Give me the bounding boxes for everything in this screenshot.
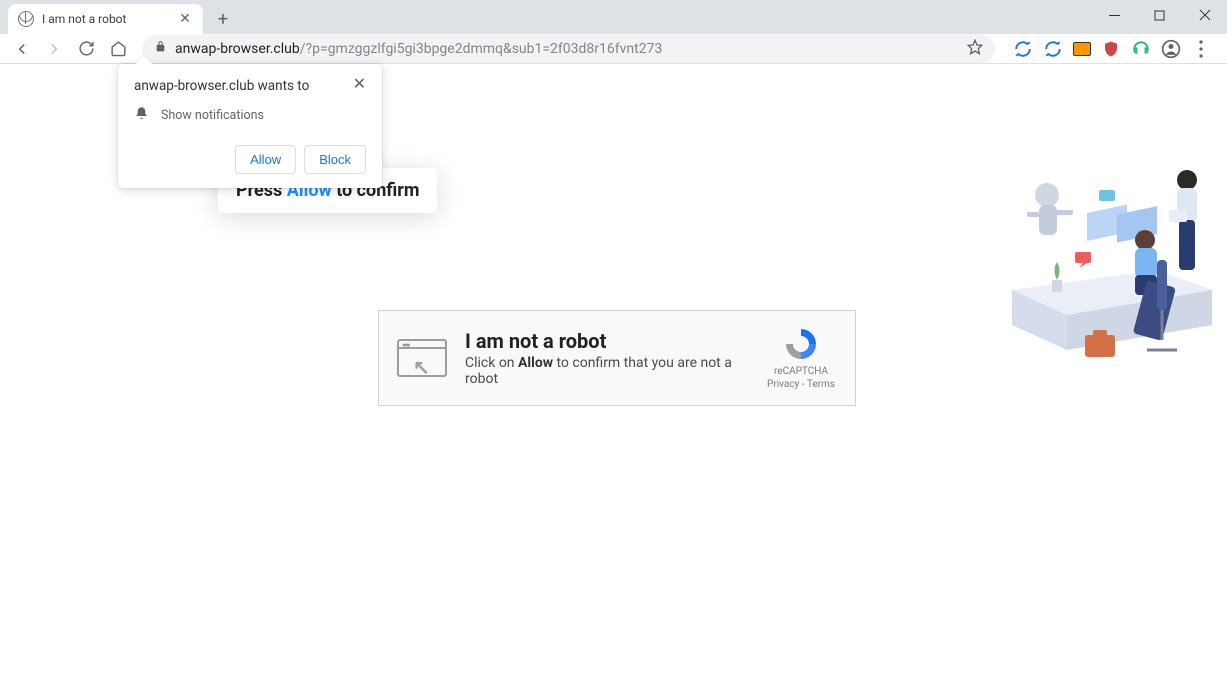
back-button[interactable] bbox=[8, 35, 36, 63]
permission-item-label: Show notifications bbox=[161, 108, 264, 123]
browser-tabstrip: I am not a robot ✕ + bbox=[0, 0, 1227, 34]
orange-extension-icon[interactable] bbox=[1073, 42, 1091, 56]
sync2-extension-icon[interactable] bbox=[1043, 39, 1063, 59]
profile-avatar-icon[interactable] bbox=[1161, 39, 1181, 59]
new-tab-button[interactable]: + bbox=[209, 5, 237, 33]
home-button[interactable] bbox=[104, 35, 132, 63]
bookmark-star-icon[interactable] bbox=[967, 39, 983, 59]
maximize-button[interactable] bbox=[1137, 0, 1182, 30]
headphones-extension-icon[interactable] bbox=[1131, 39, 1151, 59]
shield-extension-icon[interactable] bbox=[1101, 39, 1121, 59]
url-text: anwap-browser.club/?p=gmzggzlfgi5gi3bpge… bbox=[175, 41, 662, 57]
captcha-title: I am not a robot bbox=[465, 329, 747, 353]
fake-captcha-box: ●●● ↖ I am not a robot Click on Allow to… bbox=[378, 310, 856, 406]
office-illustration bbox=[1007, 140, 1217, 385]
forward-button[interactable] bbox=[40, 35, 68, 63]
captcha-subtitle: Click on Allow to confirm that you are n… bbox=[465, 355, 747, 387]
minimize-button[interactable] bbox=[1092, 0, 1137, 30]
browser-tab[interactable]: I am not a robot ✕ bbox=[8, 4, 203, 34]
sync-extension-icon[interactable] bbox=[1013, 39, 1033, 59]
tab-title: I am not a robot bbox=[42, 12, 169, 26]
browser-toolbar: anwap-browser.club/?p=gmzggzlfgi5gi3bpge… bbox=[0, 34, 1227, 64]
notification-permission-dialog: anwap-browser.club wants to ✕ Show notif… bbox=[118, 64, 382, 188]
menu-dots-icon[interactable] bbox=[1191, 39, 1211, 59]
globe-icon bbox=[18, 11, 34, 27]
close-permission-dialog-icon[interactable]: ✕ bbox=[353, 74, 366, 93]
window-controls bbox=[1092, 0, 1227, 30]
block-button[interactable]: Block bbox=[304, 145, 366, 174]
recaptcha-badge: reCAPTCHA Privacy - Terms bbox=[765, 326, 837, 390]
allow-button[interactable]: Allow bbox=[235, 145, 296, 174]
extension-icons bbox=[1005, 39, 1219, 59]
recaptcha-icon bbox=[783, 326, 819, 362]
address-bar[interactable]: anwap-browser.club/?p=gmzggzlfgi5gi3bpge… bbox=[142, 35, 995, 63]
close-tab-icon[interactable]: ✕ bbox=[177, 11, 193, 27]
browser-window-icon: ●●● ↖ bbox=[397, 339, 447, 377]
reload-button[interactable] bbox=[72, 35, 100, 63]
close-window-button[interactable] bbox=[1182, 0, 1227, 30]
bell-icon bbox=[134, 106, 149, 125]
lock-icon bbox=[154, 40, 167, 57]
permission-dialog-title: anwap-browser.club wants to bbox=[134, 78, 353, 94]
